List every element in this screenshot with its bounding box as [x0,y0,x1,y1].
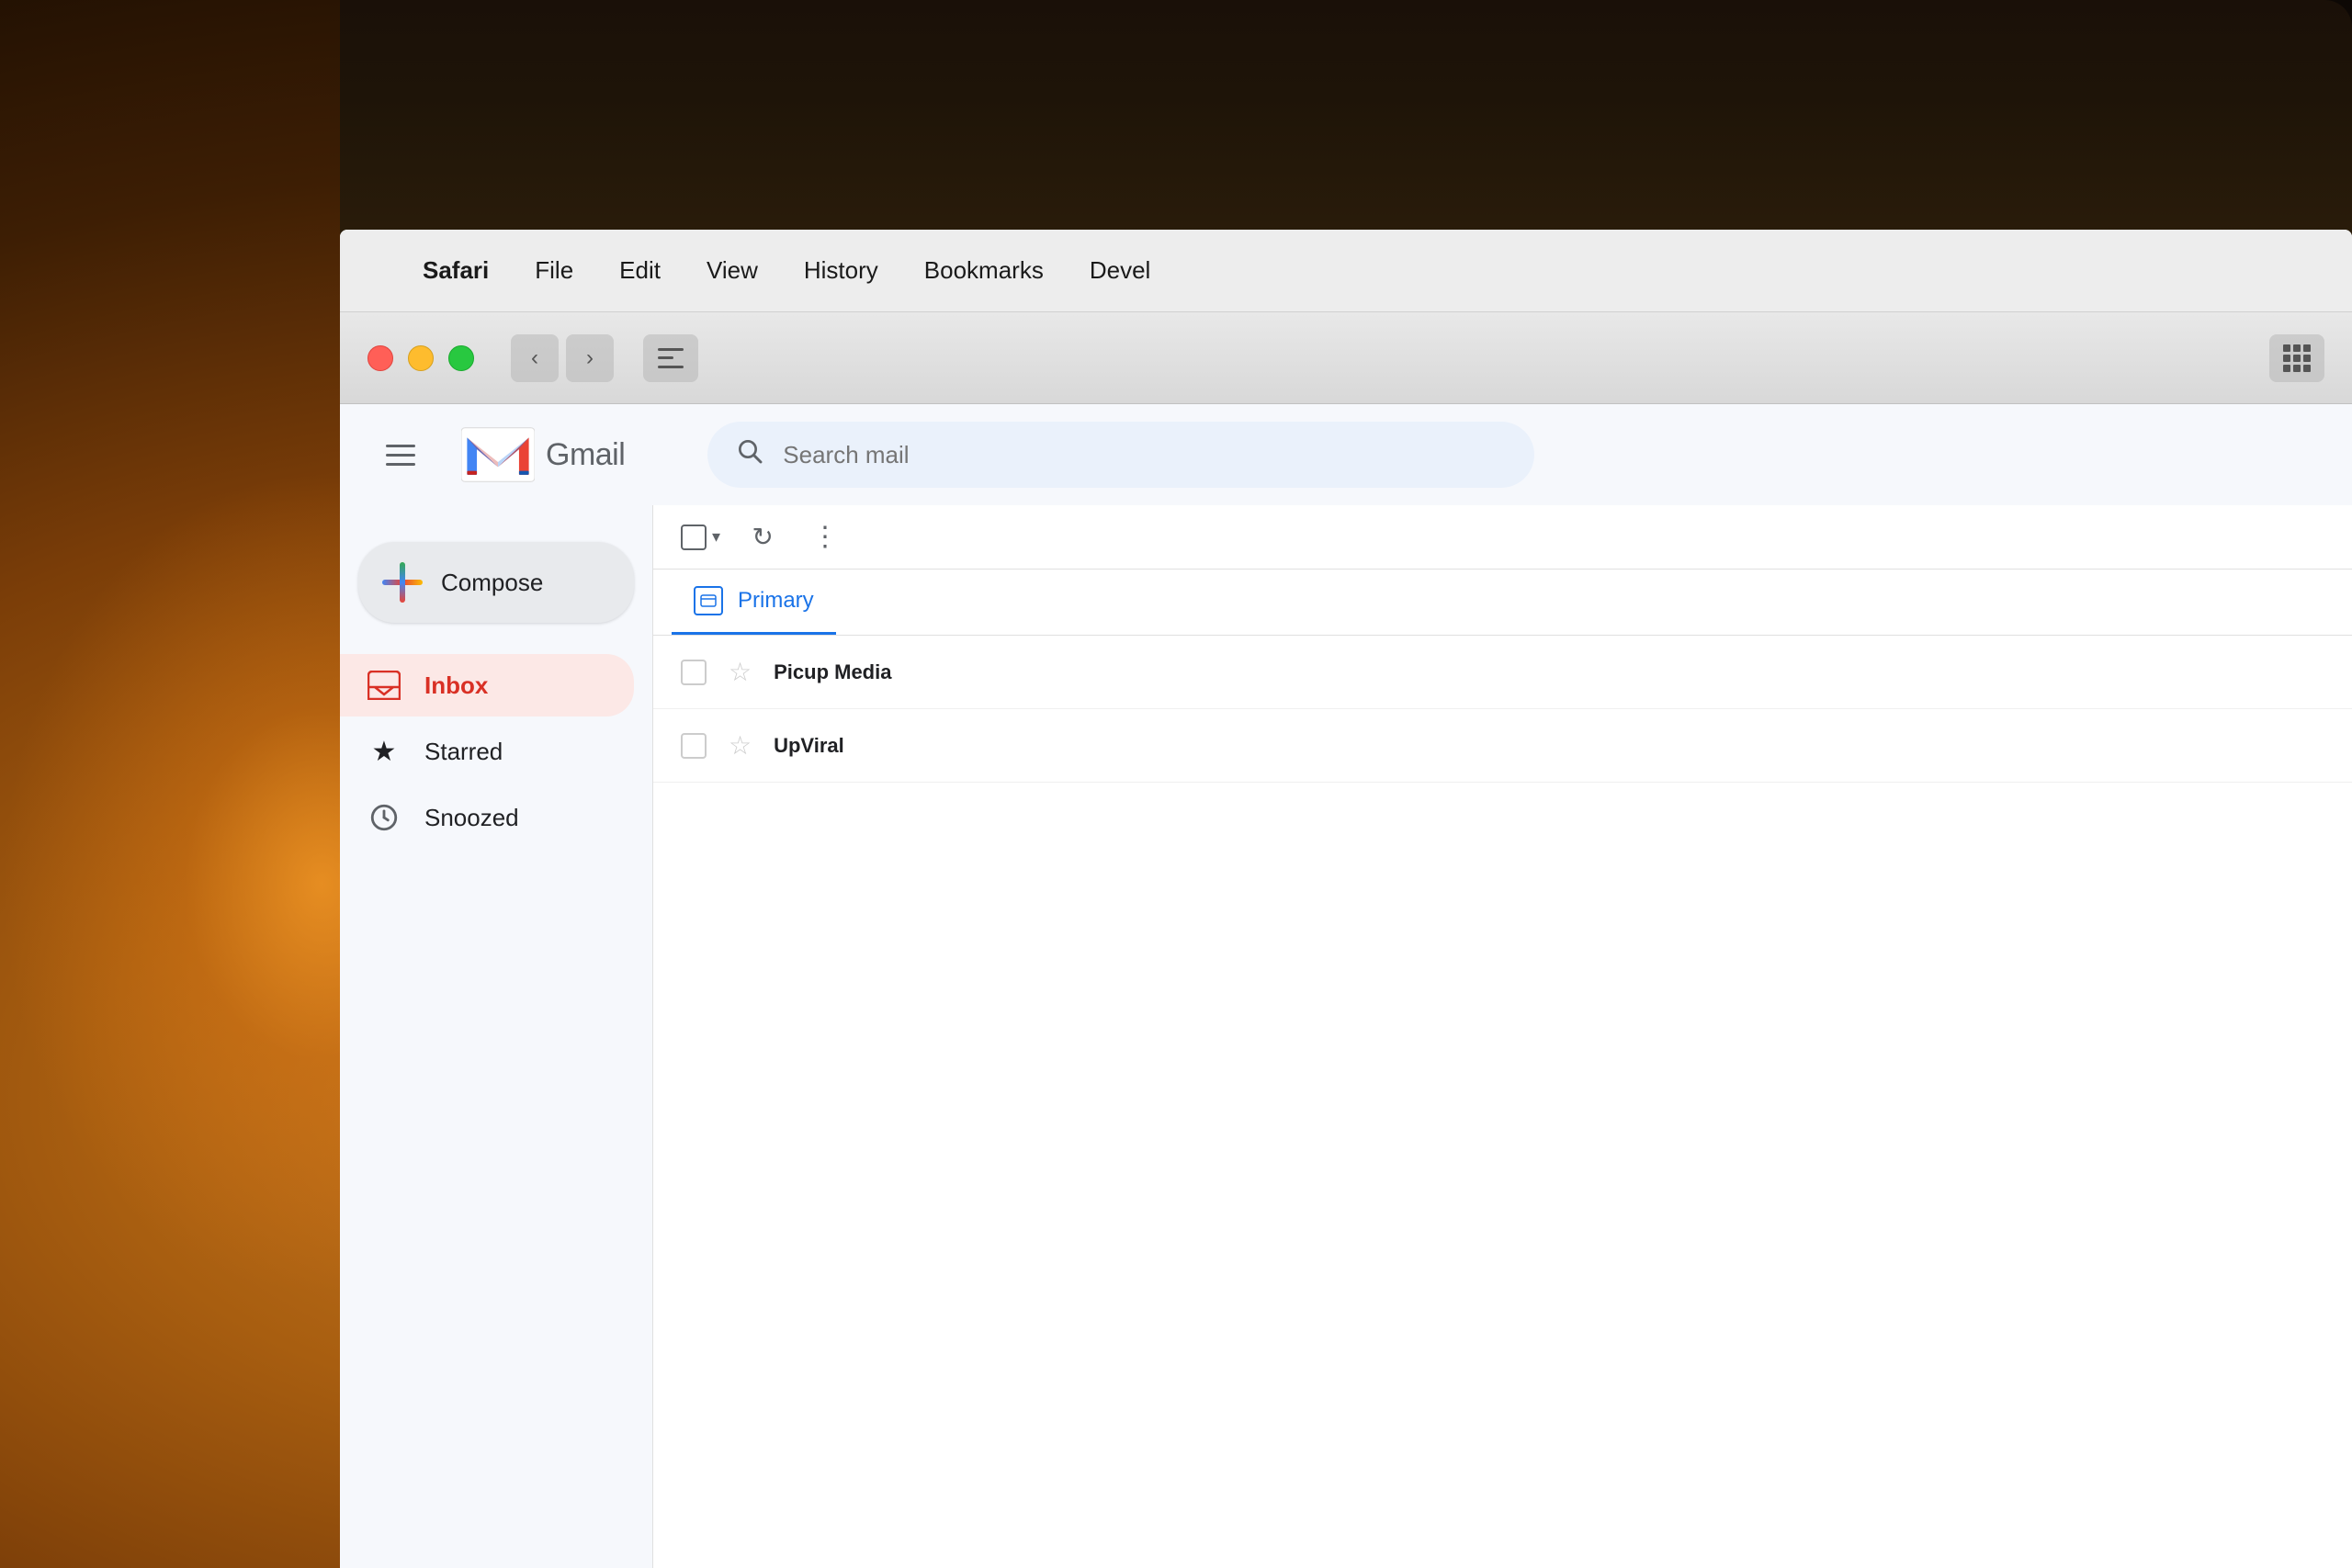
menu-view[interactable]: View [707,256,758,285]
email-checkbox[interactable] [681,660,707,685]
hamburger-line [386,463,415,466]
email-star-icon[interactable]: ☆ [729,657,752,687]
screen: Safari File Edit View History Bookmarks … [340,230,2352,1568]
email-checkbox[interactable] [681,733,707,759]
more-icon: ⋮ [811,524,839,551]
gmail-wordmark: Gmail [546,437,625,473]
browser-chrome: ‹ › [340,312,2352,404]
minimize-window-button[interactable] [408,345,434,371]
menu-file[interactable]: File [535,256,573,285]
back-button[interactable]: ‹ [511,334,559,382]
refresh-button[interactable]: ↻ [742,517,783,558]
refresh-icon: ↻ [752,522,773,552]
gmail-m-icon [461,427,535,482]
snoozed-label: Snoozed [424,804,519,832]
sidebar-item-starred[interactable]: ★ Starred [340,720,634,783]
forward-button[interactable]: › [566,334,614,382]
gmail-email-list: ▾ ↻ ⋮ [652,505,2352,1568]
primary-tab-icon [694,586,723,615]
more-options-button[interactable]: ⋮ [805,517,845,558]
hamburger-menu-button[interactable] [377,435,424,475]
back-arrow-icon: ‹ [531,345,538,371]
select-all-checkbox[interactable] [681,525,707,550]
primary-tab[interactable]: Primary [672,570,836,635]
gmail-app: Gmail [340,404,2352,1568]
select-all-area[interactable]: ▾ [681,525,720,550]
gmail-logo: Gmail [461,427,625,482]
starred-icon: ★ [366,733,402,770]
search-icon [735,436,764,473]
primary-tab-label: Primary [738,588,814,614]
compose-button[interactable]: Compose [358,542,634,623]
window-controls [368,345,474,371]
gmail-search-bar[interactable] [707,422,1534,488]
sidebar-toggle-icon [658,348,684,368]
sidebar-item-snoozed[interactable]: Snoozed [340,786,634,849]
starred-label: Starred [424,738,503,766]
menu-bookmarks[interactable]: Bookmarks [924,256,1044,285]
menu-develop[interactable]: Devel [1090,256,1150,285]
email-star-icon[interactable]: ☆ [729,730,752,761]
laptop-bezel-top [340,0,2352,239]
compose-label: Compose [441,569,543,597]
email-sender: Picup Media [774,660,1031,684]
sidebar-item-inbox[interactable]: Inbox [340,654,634,716]
hamburger-line [386,445,415,447]
grid-icon [2283,344,2311,372]
hamburger-line [386,454,415,457]
table-row[interactable]: ☆ UpViral [653,709,2352,783]
inbox-icon [366,667,402,704]
gmail-sidebar: Compose Inbox [340,505,652,1568]
snoozed-icon [366,799,402,836]
navigation-buttons: ‹ › [511,334,614,382]
apps-grid-button[interactable] [2269,334,2324,382]
maximize-window-button[interactable] [448,345,474,371]
search-mail-input[interactable] [783,441,1507,469]
menu-history[interactable]: History [804,256,878,285]
laptop-frame: Safari File Edit View History Bookmarks … [340,0,2352,1568]
gmail-header: Gmail [340,404,2352,505]
compose-plus-icon [382,562,423,603]
inbox-label: Inbox [424,671,488,700]
email-toolbar: ▾ ↻ ⋮ [653,505,2352,570]
email-tabs: Primary [653,570,2352,636]
sidebar-toggle-button[interactable] [643,334,698,382]
select-dropdown-chevron[interactable]: ▾ [712,527,720,547]
gmail-main-content: Compose Inbox [340,505,2352,1568]
forward-arrow-icon: › [586,345,594,371]
close-window-button[interactable] [368,345,393,371]
macos-menubar: Safari File Edit View History Bookmarks … [340,230,2352,312]
email-sender: UpViral [774,734,1031,758]
table-row[interactable]: ☆ Picup Media [653,636,2352,709]
menu-edit[interactable]: Edit [619,256,661,285]
menu-safari[interactable]: Safari [423,256,489,285]
